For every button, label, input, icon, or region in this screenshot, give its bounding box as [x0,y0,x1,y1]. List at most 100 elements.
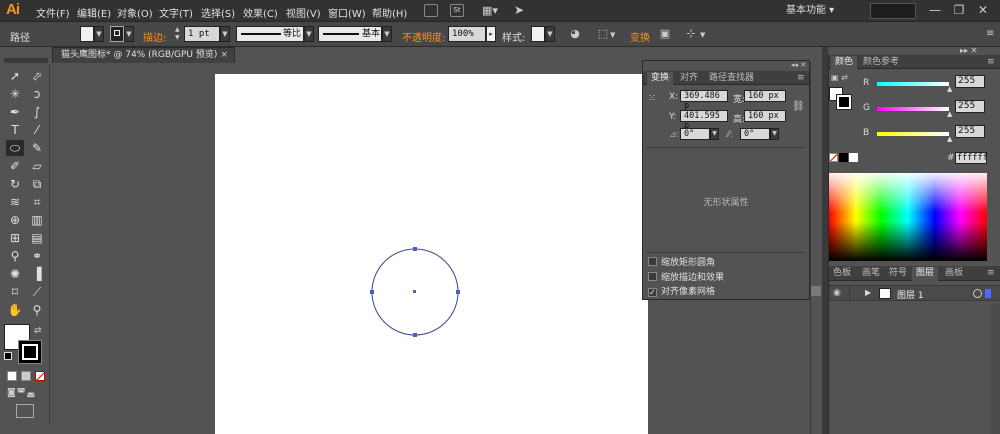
layer-row[interactable]: ◉ ▶ 图层 1 [829,285,1000,302]
width-field[interactable]: 160 px [744,90,786,102]
swap-colors-icon[interactable]: ⇄ [34,326,42,336]
menu-dropdown[interactable]: ▼ [700,31,705,39]
fill-stroke-mini-icon[interactable]: ▣ ⇄ [831,73,848,82]
g-slider[interactable] [877,107,949,111]
menu-object[interactable]: 对象(O) [117,5,153,20]
y-field[interactable]: 401.595 p [680,110,728,131]
align-pixel-grid-checkbox[interactable]: ✓ [648,288,657,297]
fill-dropdown[interactable]: ▼ [94,26,104,42]
white-swatch[interactable] [849,153,858,162]
restore-button[interactable]: ❐ [950,3,968,17]
symbol-sprayer-tool-icon[interactable]: ✺ [6,266,24,282]
b-slider[interactable] [877,132,949,136]
line-tool-icon[interactable]: ⁄ [28,122,46,138]
layers-scrollbar[interactable] [991,304,1000,434]
rotate-dropdown[interactable]: ▼ [710,128,719,140]
x-field[interactable]: 369.486 p [680,90,728,111]
menu-edit[interactable]: 编辑(E) [77,5,111,20]
width-tool-icon[interactable]: ≋ [6,194,24,210]
recolor-icon[interactable]: ◕ [568,27,582,41]
stock-icon[interactable]: St [450,4,464,17]
tab-artboards[interactable]: 画板 [941,267,967,279]
align-pixel-grid-option[interactable]: ✓ 对齐像素网格 [648,287,715,299]
column-graph-tool-icon[interactable]: ▐ [28,266,46,282]
pen-tool-icon[interactable]: ✒ [6,104,24,120]
eraser-tool-icon[interactable]: ▱ [28,158,46,174]
b-slider-handle[interactable]: ▲ [947,135,952,143]
scrollbar-thumb[interactable] [811,286,821,296]
layer-name[interactable]: 图层 1 [897,288,924,301]
tab-color-guide[interactable]: 颜色参考 [859,56,903,68]
screen-mode-icon[interactable] [16,404,34,418]
selected-circle-path[interactable] [366,242,466,340]
shear-dropdown[interactable]: ▼ [770,128,779,140]
tab-pathfinder[interactable]: 路径查找器 [705,72,758,84]
align-dropdown[interactable]: ▼ [610,31,615,39]
magic-wand-tool-icon[interactable]: ✳ [6,86,24,102]
document-tab[interactable]: 猫头鹰图标* @ 74% (RGB/GPU 预览) × [52,47,235,63]
panel-menu-icon[interactable]: ≡ [793,72,809,84]
shape-builder-tool-icon[interactable]: ⊕ [6,212,24,228]
stroke-dropdown[interactable]: ▼ [124,26,134,42]
shear-field[interactable]: 0° [740,128,770,140]
mesh-tool-icon[interactable]: ⊞ [6,230,24,246]
g-slider-handle[interactable]: ▲ [947,110,952,118]
scale-rect-corners-option[interactable]: 缩放矩形圆角 [648,257,715,269]
tab-layers[interactable]: 图层 [912,267,939,281]
menu-window[interactable]: 窗口(W) [328,5,366,20]
perspective-grid-tool-icon[interactable]: ▥ [28,212,46,228]
style-swatch[interactable] [531,26,545,42]
hex-field[interactable]: ffffff [955,152,988,164]
variable-width-profile[interactable]: 等比 [236,26,304,42]
control-bar-menu-icon[interactable]: ≡ [986,28,994,39]
pencil-tool-icon[interactable]: ✐ [6,158,24,174]
menu-help[interactable]: 帮助(H) [372,5,407,20]
curvature-tool-icon[interactable]: ∫ [28,104,46,120]
isolate-icon[interactable]: ▣ [658,27,672,41]
eyedropper-tool-icon[interactable]: ⚲ [6,248,24,264]
hand-tool-icon[interactable]: ✋ [6,302,24,318]
menu-effect[interactable]: 效果(C) [243,5,278,20]
blend-tool-icon[interactable]: ⚭ [28,248,46,264]
selection-tool-icon[interactable]: ➚ [6,68,24,84]
reference-point-icon[interactable]: ⁙ [648,93,660,105]
menu-type[interactable]: 文字(T) [159,5,193,20]
opacity-field[interactable]: 100% [448,26,486,42]
opacity-label[interactable]: 不透明度: [402,29,445,44]
tab-align[interactable]: 对齐 [676,72,702,84]
gradient-mode-icon[interactable] [21,371,31,381]
gradient-tool-icon[interactable]: ▤ [28,230,46,246]
arrange-icon[interactable]: ▦▾ [482,4,498,17]
default-colors-icon[interactable] [4,352,12,360]
scale-strokes-option[interactable]: 缩放描边和效果 [648,272,724,284]
tab-swatches[interactable]: 色板 [829,267,855,279]
rotate-field[interactable]: 0° [680,128,710,140]
lock-toggle[interactable] [855,287,859,301]
g-field[interactable]: 255 [955,100,985,113]
stroke-color-box[interactable] [110,26,124,42]
draw-mode-icons[interactable]: ◙◚◛ [7,388,45,400]
menu-file[interactable]: 文件(F) [36,5,70,20]
stroke-weight-dropdown[interactable]: ▼ [220,26,230,42]
color-stroke-swatch[interactable] [836,94,852,110]
black-swatch[interactable] [839,153,848,162]
visibility-eye-icon[interactable]: ◉ [833,288,841,298]
dock-collapse-icon[interactable]: ▸▸ ✕ [960,46,977,55]
close-button[interactable]: ✕ [974,3,992,17]
menu-select[interactable]: 选择(S) [201,5,235,20]
tab-color[interactable]: 颜色 [831,56,858,70]
panel-menu-icon[interactable]: ≡ [983,56,999,68]
collapse-panel-icon[interactable]: ◂◂ ✕ [791,61,806,69]
bridge-icon[interactable] [424,4,438,17]
b-field[interactable]: 255 [955,125,985,138]
color-spectrum[interactable] [829,173,987,261]
r-field[interactable]: 255 [955,75,985,88]
slice-tool-icon[interactable]: ⟋ [28,284,46,300]
scale-strokes-checkbox[interactable] [648,272,657,281]
canvas-vertical-scrollbar[interactable] [810,63,822,434]
tab-symbols[interactable]: 符号 [885,267,911,279]
r-slider[interactable] [877,82,949,86]
stroke-label[interactable]: 描边: [143,29,166,44]
align-icon[interactable]: ⬚ [596,27,610,41]
none-mode-icon[interactable] [35,371,45,381]
